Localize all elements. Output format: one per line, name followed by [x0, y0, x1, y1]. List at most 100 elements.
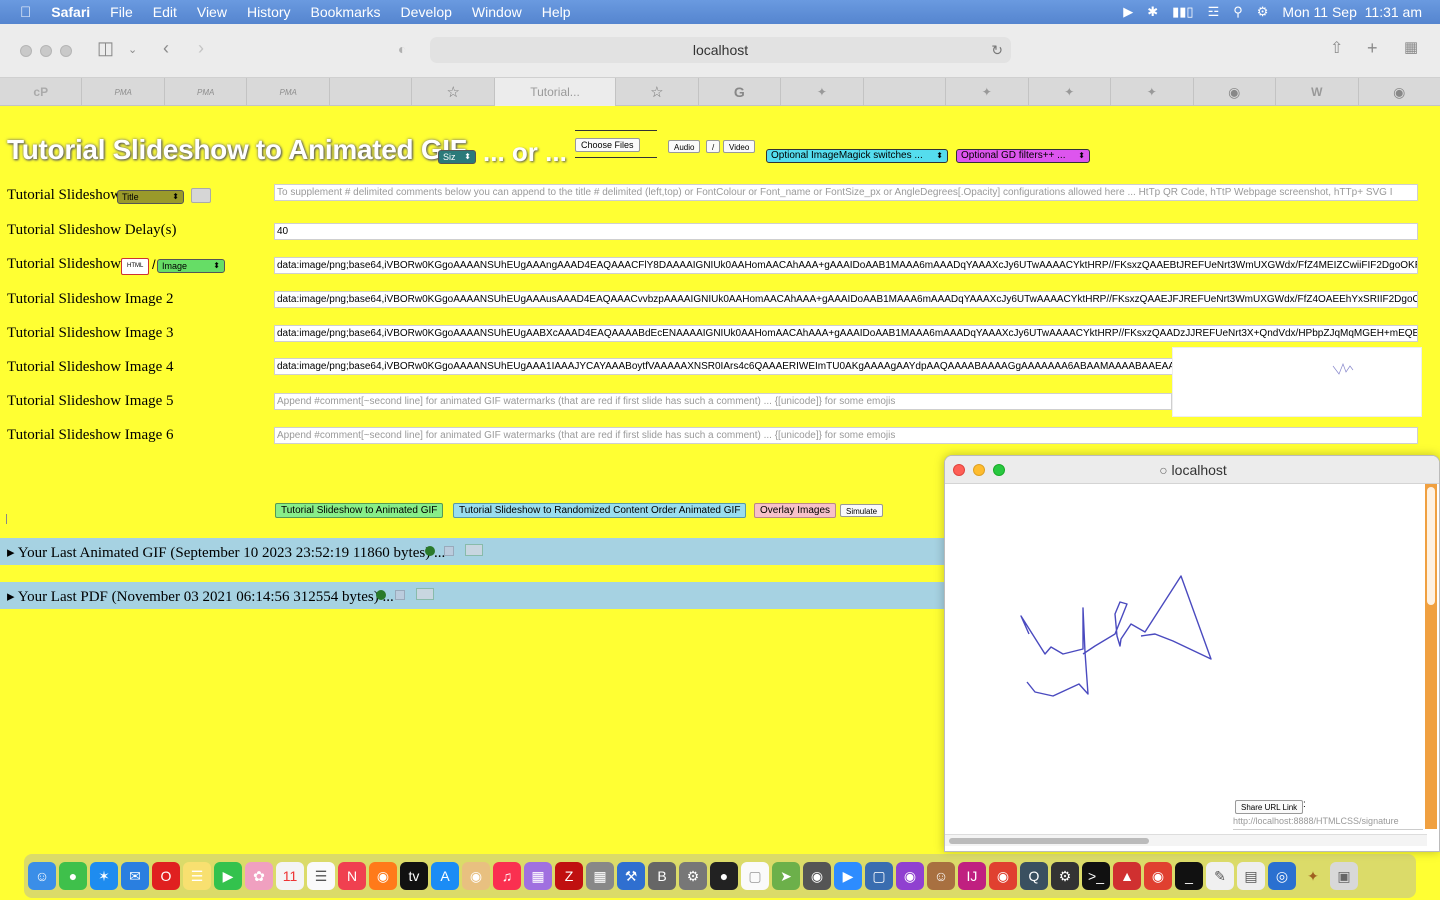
menu-history[interactable]: History [237, 4, 301, 20]
new-tab-plus-icon[interactable]: + [1367, 38, 1378, 59]
mail-icon[interactable]: ✉ [121, 862, 149, 890]
popup-horizontal-scrollbar[interactable] [945, 834, 1427, 846]
finder-icon[interactable]: ☺ [28, 862, 56, 890]
quicktime-icon[interactable]: Q [1020, 862, 1048, 890]
tab-phpmyadmin-2[interactable]: PMA [165, 78, 248, 106]
image-select[interactable]: Image [157, 259, 225, 273]
email-icon[interactable] [444, 546, 454, 556]
share-url-link-button[interactable]: Share URL Link [1235, 800, 1304, 814]
menu-window[interactable]: Window [462, 4, 532, 20]
delay-input[interactable]: 40 [274, 223, 1418, 240]
tab-favorites-1[interactable]: ☆ [412, 78, 495, 106]
notes-icon[interactable]: ☰ [183, 862, 211, 890]
simulate-button[interactable]: Simulate [840, 504, 884, 517]
chevron-down-icon[interactable]: ⌄ [128, 43, 137, 56]
xcode-icon[interactable]: ⚒ [617, 862, 645, 890]
back-arrow-icon[interactable]: ‹ [163, 38, 169, 59]
intellij-icon[interactable]: IJ [958, 862, 986, 890]
popup-scrollbar-track[interactable] [1425, 484, 1437, 829]
apple-icon[interactable]:  [0, 4, 41, 21]
image5-input[interactable]: Append #comment[~second line] for animat… [274, 393, 1172, 410]
podcasts-icon[interactable]: ◉ [896, 862, 924, 890]
tab-bird-3[interactable]: ✦ [1029, 78, 1112, 106]
facetime-icon[interactable]: ▶ [214, 862, 242, 890]
tab-phpmyadmin-1[interactable]: PMA [82, 78, 165, 106]
imagemagick-switches-select[interactable]: Optional ImageMagick switches ... [766, 149, 948, 163]
randomized-gif-button[interactable]: Tutorial Slideshow to Randomized Content… [453, 503, 747, 518]
globe-app-icon[interactable]: ◎ [1268, 862, 1296, 890]
image6-input[interactable]: Append #comment[~second line] for animat… [274, 427, 1418, 444]
window-close-button[interactable] [20, 45, 32, 57]
slideshow-title-input[interactable]: To supplement # delimited comments below… [274, 184, 1418, 201]
address-bar[interactable]: localhost ↻ [430, 37, 1011, 63]
tab-tutorial-active[interactable]: Tutorial... [494, 78, 617, 106]
preview-icon[interactable]: ▢ [865, 862, 893, 890]
battery-icon[interactable]: ▮▮▯ [1172, 4, 1193, 20]
firefox-icon[interactable]: ◉ [369, 862, 397, 890]
calendar-icon[interactable]: 11 [276, 862, 304, 890]
image4-input[interactable]: data:image/png;base64,iVBORw0KGgoAAAANSU… [274, 358, 1174, 375]
title-select[interactable]: Title [117, 190, 184, 204]
wifi-icon[interactable]: ☲ [1208, 4, 1220, 20]
html-button[interactable]: HTML [121, 258, 150, 275]
gd-filters-select[interactable]: Optional GD filters++ ... [956, 149, 1090, 163]
menu-edit[interactable]: Edit [143, 4, 187, 20]
reload-icon[interactable]: ↻ [991, 37, 1003, 63]
opera-icon[interactable]: O [152, 862, 180, 890]
maps-icon[interactable]: ➤ [772, 862, 800, 890]
tab-google[interactable]: G [699, 78, 782, 106]
popup-scrollbar-thumb[interactable] [1427, 487, 1435, 605]
zoom-icon[interactable]: ▶ [834, 862, 862, 890]
sidebar-toggle-icon[interactable]: ◫ [97, 38, 114, 59]
to-animated-gif-button[interactable]: Tutorial Slideshow to Animated GIF [275, 503, 444, 518]
signature-canvas[interactable] [945, 484, 1425, 824]
trash-icon[interactable]: ▣ [1330, 862, 1358, 890]
chrome-icon[interactable]: ◉ [989, 862, 1017, 890]
overlay-images-button[interactable]: Overlay Images [754, 503, 837, 518]
apple-tv-icon[interactable]: tv [400, 862, 428, 890]
tab-bird-1[interactable]: ✦ [781, 78, 864, 106]
bluetooth-icon[interactable]: ✱ [1147, 4, 1158, 20]
terminal-icon[interactable]: >_ [1082, 862, 1110, 890]
calculator-icon[interactable]: ▦ [586, 862, 614, 890]
window-zoom-button[interactable] [60, 45, 72, 57]
tab-wordpress-2[interactable]: ◉ [1359, 78, 1440, 106]
tab-blank-2[interactable] [864, 78, 947, 106]
menu-view[interactable]: View [187, 4, 237, 20]
image3-input[interactable]: data:image/png;base64,iVBORw0KGgoAAAANSU… [274, 325, 1418, 342]
tab-bird-2[interactable]: ✦ [946, 78, 1029, 106]
image2-input[interactable]: data:image/png;base64,iVBORw0KGgoAAAANSU… [274, 291, 1418, 308]
system-preferences-icon[interactable]: ⚙ [679, 862, 707, 890]
audio-button[interactable]: Audio [668, 140, 701, 153]
chrome-icon[interactable]: ◉ [1144, 862, 1172, 890]
colour-swatch-button[interactable] [191, 188, 211, 203]
tab-cpanel[interactable]: cP [0, 78, 83, 106]
menu-bookmarks[interactable]: Bookmarks [301, 4, 391, 20]
download-icon[interactable] [465, 544, 483, 556]
menu-develop[interactable]: Develop [391, 4, 462, 20]
spotlight-search-icon[interactable]: ⚲ [1233, 4, 1243, 20]
vlc-icon[interactable]: ▲ [1113, 862, 1141, 890]
textedit-icon[interactable]: ▢ [741, 862, 769, 890]
reminders-icon[interactable]: ☰ [307, 862, 335, 890]
tab-phpmyadmin-3[interactable]: PMA [247, 78, 330, 106]
tab-wordpress-1[interactable]: ◉ [1194, 78, 1277, 106]
size-select[interactable]: Siz [438, 150, 476, 164]
filezilla-icon[interactable]: Z [555, 862, 583, 890]
script-editor-icon[interactable]: ✎ [1206, 862, 1234, 890]
play-status-icon[interactable]: ▶ [1123, 4, 1133, 20]
news-icon[interactable]: N [338, 862, 366, 890]
share-url-input[interactable]: http://localhost:8888/HTMLCSS/signature [1233, 816, 1423, 830]
pizza-app-icon[interactable]: ◉ [462, 862, 490, 890]
tab-overview-icon[interactable]: ▦ [1404, 38, 1418, 56]
database-icon[interactable] [425, 546, 435, 556]
music-icon[interactable]: ♫ [493, 862, 521, 890]
choose-files-button[interactable]: Choose Files [575, 138, 640, 152]
last-gif-details[interactable]: ▸ Your Last Animated GIF (September 10 2… [0, 538, 944, 565]
launchpad-icon[interactable]: ▦ [524, 862, 552, 890]
menu-app-name[interactable]: Safari [41, 4, 100, 20]
privacy-shield-icon[interactable]: ◐ [398, 41, 406, 57]
messages-icon[interactable]: ● [59, 862, 87, 890]
download-stack-icon[interactable]: ✦ [1299, 862, 1327, 890]
forward-arrow-icon[interactable]: › [198, 38, 204, 59]
